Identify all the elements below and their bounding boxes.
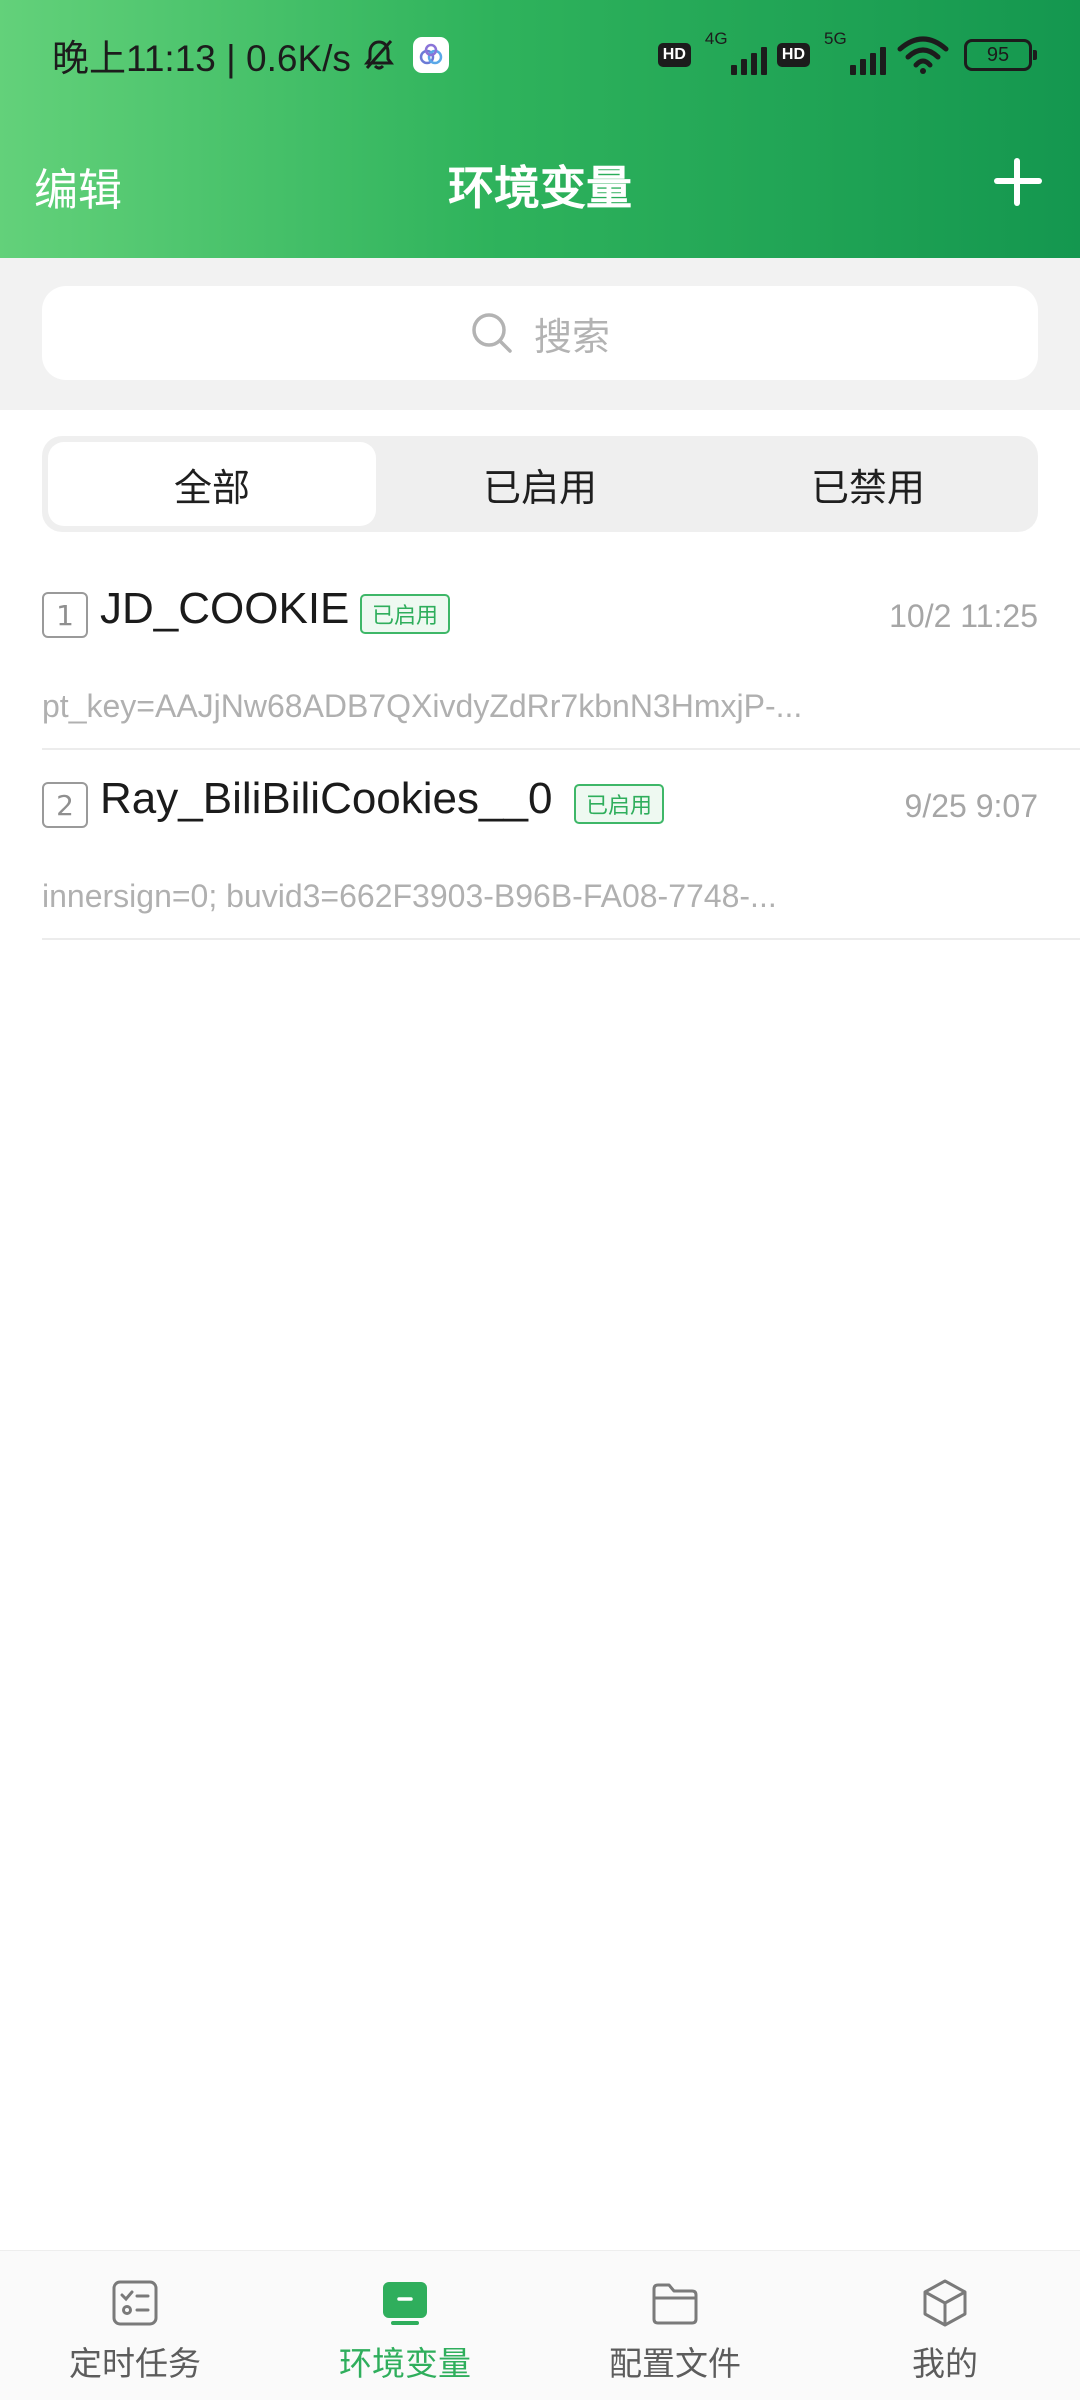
- env-list: 1 JD_COOKIE 已启用 10/2 11:25 pt_key=AAJjNw…: [42, 560, 1080, 940]
- battery-icon: 95: [964, 39, 1037, 71]
- tab-label: 环境变量: [339, 2344, 471, 2383]
- tab-mine[interactable]: 我的: [810, 2251, 1080, 2400]
- segment-all[interactable]: 全部: [48, 442, 376, 526]
- tab-label: 我的: [912, 2344, 978, 2383]
- item-index: 1: [42, 592, 88, 638]
- filter-segment: 全部 已启用 已禁用: [42, 436, 1038, 532]
- search-area: 搜索: [0, 258, 1080, 410]
- list-item[interactable]: 1 JD_COOKIE 已启用 10/2 11:25 pt_key=AAJjNw…: [42, 560, 1080, 750]
- signal-bars-icon: [730, 47, 767, 75]
- env-icon: [383, 2282, 427, 2325]
- wifi-icon: [897, 36, 949, 74]
- search-icon: [472, 313, 512, 353]
- status-right: HD 4G HD 5G 95: [657, 29, 1037, 77]
- folder-icon: [652, 2283, 698, 2325]
- segment-enabled[interactable]: 已启用: [376, 442, 704, 526]
- app-header: 晚上11:13 | 0.6K/s HD 4G HD 5G 95 编辑 环境变量: [0, 0, 1080, 258]
- signal-bars-icon-2: [850, 47, 886, 75]
- hd-badge-2: HD: [776, 43, 810, 67]
- status-badge: 已启用: [360, 594, 451, 634]
- item-name: Ray_BiliBiliCookies__0: [100, 774, 553, 823]
- task-icon: [112, 2280, 158, 2326]
- list-item[interactable]: 2 Ray_BiliBiliCookies__0 已启用 9/25 9:07 i…: [42, 750, 1080, 940]
- nav-bar: 编辑 环境变量: [0, 110, 1080, 258]
- item-index: 2: [42, 782, 88, 828]
- status-bar: 晚上11:13 | 0.6K/s HD 4G HD 5G 95: [0, 0, 1080, 110]
- hd-badge: HD: [657, 43, 691, 67]
- item-date: 9/25 9:07: [904, 788, 1038, 824]
- status-left: 晚上11:13 | 0.6K/s: [52, 28, 449, 82]
- segment-disabled[interactable]: 已禁用: [704, 442, 1032, 526]
- tab-label: 定时任务: [69, 2344, 201, 2383]
- cube-icon: [923, 2279, 967, 2327]
- bottom-tab-bar: 定时任务 环境变量 配置文件 我的: [0, 2250, 1080, 2400]
- tab-cron-tasks[interactable]: 定时任务: [0, 2251, 270, 2400]
- network-label-2: 5G: [824, 29, 847, 48]
- mute-bell-icon: [363, 40, 394, 70]
- item-value: innersign=0; buvid3=662F3903-B96B-FA08-7…: [42, 878, 777, 914]
- tab-label: 配置文件: [609, 2344, 741, 2383]
- signal-2: 5G: [820, 29, 886, 77]
- search-input[interactable]: 搜索: [42, 286, 1038, 380]
- app-notification-icon: [412, 37, 449, 73]
- add-icon[interactable]: [986, 150, 1050, 214]
- network-label-1: 4G: [704, 29, 728, 48]
- battery-level: 95: [986, 43, 1010, 66]
- status-time: 晚上11:13 | 0.6K/s: [52, 38, 351, 79]
- signal-1: 4G: [701, 29, 767, 77]
- item-value: pt_key=AAJjNw68ADB7QXivdyZdRr7kbnN3HmxjP…: [42, 688, 803, 724]
- tab-env-vars[interactable]: 环境变量: [270, 2251, 540, 2400]
- tab-config-files[interactable]: 配置文件: [540, 2251, 810, 2400]
- item-name: JD_COOKIE: [100, 584, 350, 633]
- page-title: 环境变量: [448, 161, 632, 215]
- search-placeholder: 搜索: [533, 314, 610, 359]
- status-badge: 已启用: [574, 784, 665, 824]
- item-date: 10/2 11:25: [889, 598, 1038, 634]
